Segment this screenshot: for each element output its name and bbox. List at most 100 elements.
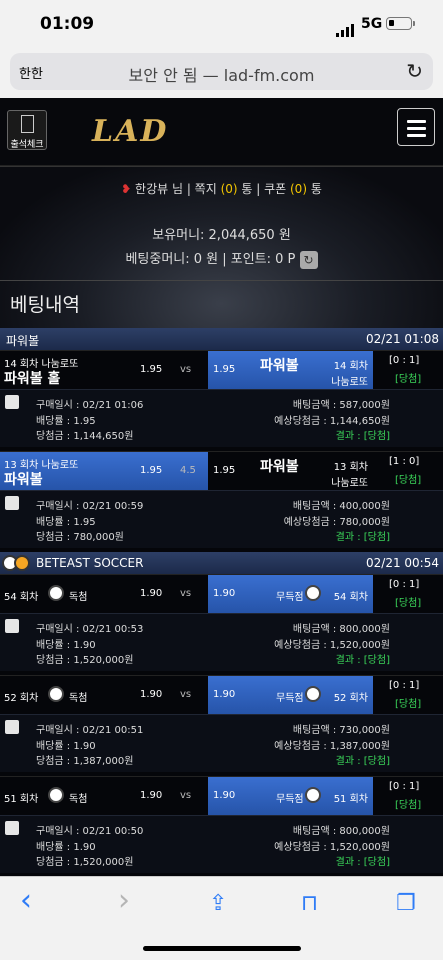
- bet-checkbox[interactable]: [5, 395, 19, 409]
- menu-button[interactable]: [397, 108, 435, 146]
- score: [0 : 1]: [389, 781, 420, 792]
- result-badge: [당첨]: [395, 598, 422, 609]
- bet-checkbox[interactable]: [5, 720, 19, 734]
- home-name: 독첨: [69, 693, 88, 704]
- away-round: 51 회차: [333, 794, 368, 805]
- betting-points: 베팅중머니: 0 원 | 포인트: 0 P: [125, 252, 296, 267]
- attendance-button[interactable]: 출석체크: [7, 110, 47, 150]
- section-name: BETEAST SOCCER: [36, 556, 144, 570]
- away-pick-selected[interactable]: 1.95 파워볼 14 회차 나눔로또: [208, 351, 373, 389]
- page-title: 베팅내역: [10, 294, 80, 316]
- refresh-icon[interactable]: ↻: [299, 250, 318, 269]
- result-badge: [당첨]: [395, 475, 422, 486]
- reload-icon[interactable]: ↻: [406, 59, 423, 83]
- back-icon[interactable]: ‹: [20, 883, 32, 918]
- away-odds: 1.90: [213, 689, 236, 700]
- purchase-time: 구매일시 : 02/21 00:50: [36, 826, 144, 837]
- expected-payout: 예상당첨금 : 1,520,000원: [274, 842, 390, 853]
- away-pick-selected[interactable]: 1.90 무득점 52 회차: [208, 676, 373, 714]
- home-name: 파워볼 홀: [4, 371, 61, 387]
- home-pick[interactable]: 54 회차 독첨 1.90 vs: [0, 575, 208, 613]
- away-odds: 1.90: [213, 790, 236, 801]
- home-pick[interactable]: 14 회차 나눔로또 파워볼 홀 1.95 vs: [0, 351, 208, 389]
- status-time: 01:09: [40, 14, 95, 34]
- url-bar[interactable]: 한한 보안 안 됨 — lad-fm.com ↻: [10, 53, 433, 90]
- home-round: 52 회차: [4, 693, 39, 704]
- soccer-ball-icon: [48, 686, 64, 702]
- away-sub: 나눔로또: [331, 377, 368, 388]
- soccer-ball-icon: [305, 686, 321, 702]
- calendar-icon: [21, 115, 34, 133]
- away-round: 14 회차: [333, 361, 368, 372]
- odds: 배당률 : 1.95: [36, 416, 96, 427]
- score: [1 : 0]: [389, 456, 420, 467]
- bet-checkbox[interactable]: [5, 619, 19, 633]
- tabs-icon[interactable]: ❐: [396, 891, 416, 916]
- section-header: 파워볼 02/21 01:08: [0, 328, 443, 350]
- soccer-ball-icon: [305, 787, 321, 803]
- home-pick[interactable]: 51 회차 독첨 1.90 vs: [0, 777, 208, 815]
- score: [0 : 1]: [389, 680, 420, 691]
- bookmarks-icon[interactable]: ⊓: [301, 891, 318, 916]
- share-icon[interactable]: ⇪: [209, 891, 227, 916]
- notes-count[interactable]: (0): [221, 182, 238, 196]
- away-pick[interactable]: 1.95 파워볼 13 회차 나눔로또: [208, 452, 373, 490]
- home-round: 54 회차: [4, 592, 39, 603]
- away-round: 13 회차: [333, 462, 368, 473]
- status-bar: 01:09 5G: [0, 0, 443, 48]
- soccer-ball-icon: [48, 585, 64, 601]
- expected-payout: 예상당첨금 : 1,520,000원: [274, 640, 390, 651]
- site-logo[interactable]: LAD: [92, 114, 168, 149]
- odds: 배당률 : 1.90: [36, 842, 96, 853]
- bet-detail: 구매일시 : 02/21 00:50 배팅금액 : 800,000원 배당률 :…: [0, 815, 443, 876]
- odds: 배당률 : 1.90: [36, 741, 96, 752]
- coupon-count[interactable]: (0): [290, 182, 307, 196]
- user-name-notes[interactable]: 한강뷰 님 | 쪽지: [135, 182, 221, 196]
- bet-match-row[interactable]: 14 회차 나눔로또 파워볼 홀 1.95 vs 1.95 파워볼 14 회차 …: [0, 350, 443, 389]
- battery-icon: [386, 17, 415, 30]
- home-pick[interactable]: 52 회차 독첨 1.90 vs: [0, 676, 208, 714]
- attendance-label: 출석체크: [10, 140, 44, 150]
- bet-match-row[interactable]: 13 회차 나눔로또 파워볼 1.95 4.5 1.95 파워볼 13 회차 나…: [0, 451, 443, 490]
- forward-icon[interactable]: ›: [118, 883, 130, 918]
- bet-match-row[interactable]: 52 회차 독첨 1.90 vs 1.90 무득점 52 회차 [0 : 1] …: [0, 675, 443, 714]
- away-name: 파워볼: [260, 459, 299, 475]
- bet-checkbox[interactable]: [5, 821, 19, 835]
- bet-detail: 구매일시 : 02/21 00:59 배팅금액 : 400,000원 배당률 :…: [0, 490, 443, 552]
- home-odds: 1.95: [140, 364, 163, 375]
- bet-match-row[interactable]: 51 회차 독첨 1.90 vs 1.90 무득점 51 회차 [0 : 1] …: [0, 776, 443, 815]
- site-header: 출석체크 LAD: [0, 98, 443, 166]
- payout: 당첨금 : 780,000원: [36, 532, 124, 543]
- result-line: 결과 : [당첨]: [335, 756, 390, 767]
- score: [0 : 1]: [389, 579, 420, 590]
- payout: 당첨금 : 1,144,650원: [36, 431, 134, 442]
- away-sub: 나눔로또: [331, 478, 368, 489]
- soccer-ball-icon: [14, 555, 30, 571]
- section-datetime: 02/21 00:54: [366, 556, 439, 570]
- balance: 보유머니: 2,044,650 원: [152, 228, 291, 243]
- coupon-unit: 통: [307, 182, 322, 196]
- away-pick-selected[interactable]: 1.90 무득점 51 회차: [208, 777, 373, 815]
- coupon-label[interactable]: 통 | 쿠폰: [238, 182, 290, 196]
- result-line: 결과 : [당첨]: [335, 431, 390, 442]
- bet-match-row[interactable]: 54 회차 독첨 1.90 vs 1.90 무득점 54 회차 [0 : 1] …: [0, 574, 443, 613]
- expected-payout: 예상당첨금 : 780,000원: [283, 517, 390, 528]
- home-pick-selected[interactable]: 13 회차 나눔로또 파워볼 1.95 4.5: [0, 452, 208, 490]
- bet-checkbox[interactable]: [5, 496, 19, 510]
- url-address[interactable]: 보안 안 됨 — lad-fm.com: [10, 62, 433, 86]
- bet-detail: 구매일시 : 02/21 00:53 배팅금액 : 800,000원 배당률 :…: [0, 613, 443, 675]
- away-name: 파워볼: [260, 358, 299, 374]
- result-badge: [당첨]: [395, 374, 422, 385]
- purchase-time: 구매일시 : 02/21 00:59: [36, 501, 144, 512]
- payout: 당첨금 : 1,520,000원: [36, 857, 134, 868]
- purchase-time: 구매일시 : 02/21 01:06: [36, 400, 144, 411]
- expected-payout: 예상당첨금 : 1,387,000원: [274, 741, 390, 752]
- result-line: 결과 : [당첨]: [335, 532, 390, 543]
- away-pick-selected[interactable]: 1.90 무득점 54 회차: [208, 575, 373, 613]
- bet-history-list: 파워볼 02/21 01:08 14 회차 나눔로또 파워볼 홀 1.95 vs…: [0, 328, 443, 876]
- odds: 배당률 : 1.95: [36, 517, 96, 528]
- away-odds: 1.95: [213, 364, 236, 375]
- away-odds: 1.90: [213, 588, 236, 599]
- bet-amount: 배팅금액 : 800,000원: [292, 624, 390, 635]
- payout: 당첨금 : 1,520,000원: [36, 655, 134, 666]
